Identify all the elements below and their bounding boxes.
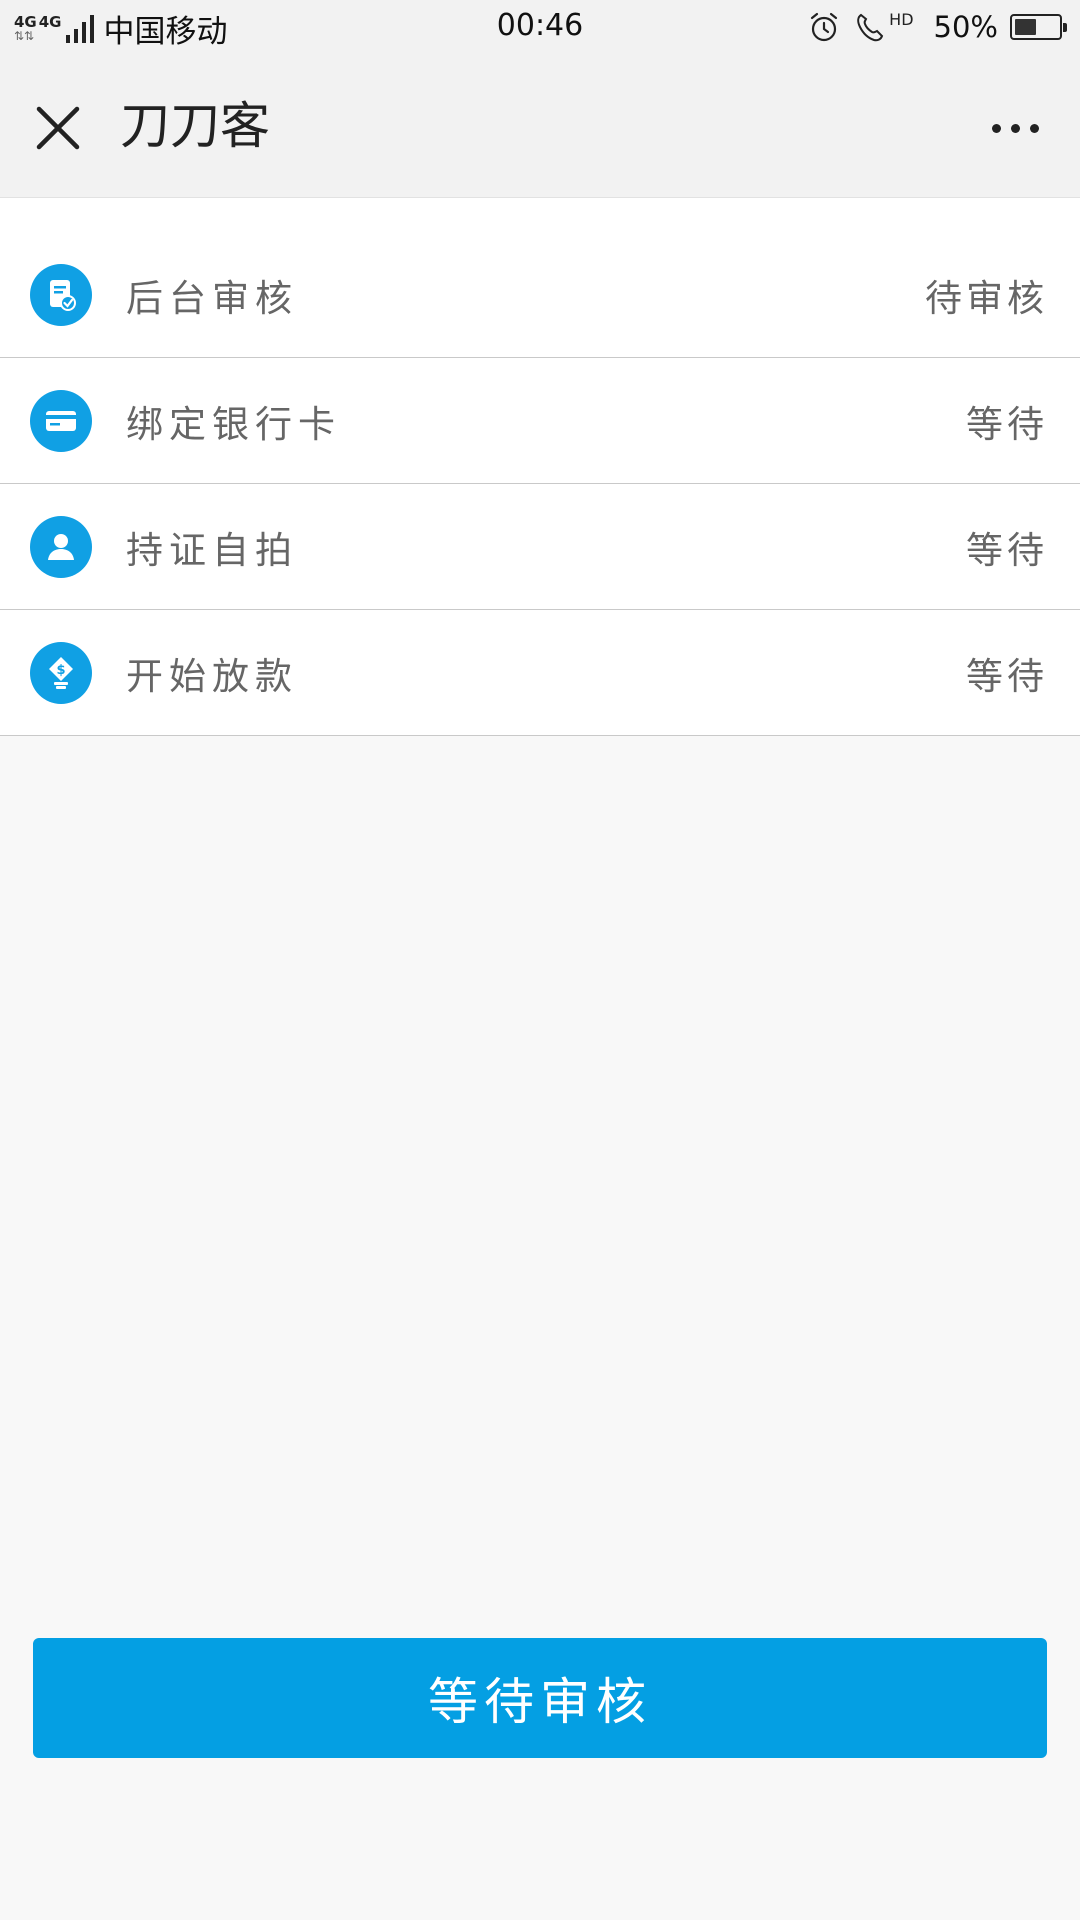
step-status: 等待 bbox=[966, 528, 1048, 572]
more-icon bbox=[1010, 123, 1020, 133]
bank-card-icon bbox=[30, 389, 92, 452]
step-status: 等待 bbox=[966, 654, 1048, 698]
app-screen: 4G 4G ⇅⇅ 中国移动 00:46 HD 50% 刀刀客 后台审核 待审核 … bbox=[0, 0, 1080, 1920]
close-icon bbox=[36, 106, 80, 150]
more-button[interactable] bbox=[980, 98, 1050, 158]
status-bar: 4G 4G ⇅⇅ 中国移动 00:46 HD 50% bbox=[0, 0, 1080, 54]
step-label: 持证自拍 bbox=[126, 528, 298, 572]
battery-fill bbox=[1015, 19, 1036, 35]
step-list: 后台审核 待审核 绑定银行卡 等待 持证自拍 等待 $ 开始放款 等待 bbox=[0, 198, 1080, 736]
battery-percent: 50% bbox=[933, 10, 998, 44]
more-icon bbox=[991, 123, 1001, 133]
hd-call-label: HD bbox=[889, 9, 914, 29]
step-item-review[interactable]: 后台审核 待审核 bbox=[0, 232, 1080, 358]
review-document-icon bbox=[30, 263, 92, 326]
money-hand-icon: $ bbox=[30, 641, 92, 704]
step-label: 开始放款 bbox=[126, 654, 298, 698]
step-item-selfie[interactable]: 持证自拍 等待 bbox=[0, 484, 1080, 610]
step-item-loan[interactable]: $ 开始放款 等待 bbox=[0, 610, 1080, 736]
step-label: 绑定银行卡 bbox=[126, 402, 341, 446]
step-label: 后台审核 bbox=[126, 276, 298, 320]
step-status: 待审核 bbox=[925, 276, 1048, 320]
close-button[interactable] bbox=[28, 98, 88, 158]
status-right: HD 50% bbox=[807, 8, 1067, 46]
more-icon bbox=[1029, 123, 1039, 133]
step-item-bank-card[interactable]: 绑定银行卡 等待 bbox=[0, 358, 1080, 484]
page-title: 刀刀客 bbox=[120, 97, 270, 155]
wait-review-button[interactable]: 等待审核 bbox=[33, 1638, 1047, 1758]
step-status: 等待 bbox=[966, 402, 1048, 446]
battery-icon bbox=[1010, 14, 1067, 40]
svg-text:$: $ bbox=[56, 663, 65, 678]
nav-bar: 刀刀客 bbox=[0, 54, 1080, 198]
phone-call-icon bbox=[857, 13, 884, 42]
user-icon bbox=[30, 515, 92, 578]
alarm-icon bbox=[811, 12, 838, 42]
